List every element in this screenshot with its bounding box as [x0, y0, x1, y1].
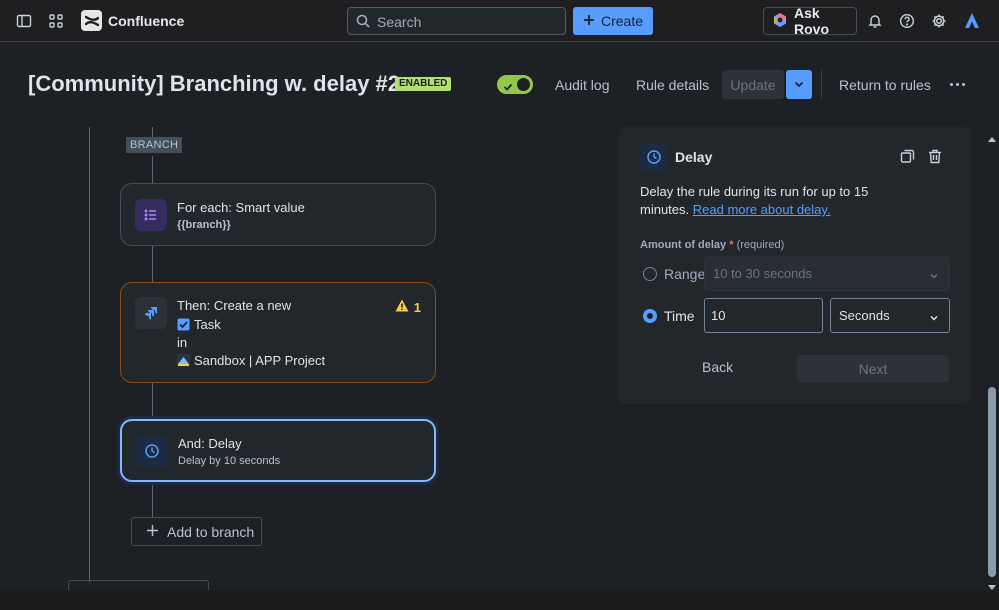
for-each-card[interactable]: For each: Smart value {{branch}}: [120, 183, 436, 246]
plus-icon: [583, 13, 595, 29]
clock-icon: [640, 143, 668, 171]
divider: [821, 70, 822, 99]
plus-icon: [146, 524, 159, 540]
ask-rovo-label: Ask Rovo: [794, 5, 829, 37]
warning-count: 1: [413, 299, 421, 315]
ask-rovo-button[interactable]: Ask Rovo: [763, 5, 857, 37]
create-issue-card[interactable]: Then: Create a new Task in Sandbox | APP…: [120, 282, 436, 383]
range-label: Range: [664, 266, 706, 282]
app-name[interactable]: Confluence: [108, 13, 184, 29]
panel-title: Delay: [675, 149, 713, 165]
more-options-icon[interactable]: [945, 76, 969, 92]
audit-log-button[interactable]: Audit log: [555, 77, 609, 93]
flow-line: [152, 246, 153, 283]
warning-indicator[interactable]: 1: [395, 299, 421, 315]
notifications-bell-icon[interactable]: [863, 9, 887, 33]
rovo-icon: [772, 12, 788, 31]
panel-description: Delay the rule during its run for up to …: [640, 183, 900, 219]
project-label: Sandbox | APP Project: [194, 353, 326, 368]
check-icon: [503, 79, 513, 95]
time-label: Time: [664, 308, 695, 324]
unit-select[interactable]: Seconds: [830, 298, 950, 333]
partial-component: [68, 580, 209, 590]
settings-gear-icon[interactable]: [927, 9, 951, 33]
card-subtitle: Delay by 10 seconds: [178, 455, 281, 467]
jira-icon: [135, 297, 167, 329]
task-checkbox-icon: [177, 318, 190, 334]
chevron-down-icon: [929, 269, 939, 284]
time-value: 10: [711, 308, 726, 323]
help-icon[interactable]: [895, 9, 919, 33]
field-label-text: Amount of delay: [640, 239, 727, 251]
flow-line: [152, 482, 153, 518]
delay-card[interactable]: And: Delay Delay by 10 seconds: [120, 419, 436, 482]
return-to-rules-button[interactable]: Return to rules: [839, 77, 931, 93]
create-label: Create: [600, 13, 644, 29]
chevron-down-icon: [793, 77, 805, 93]
warning-icon: [395, 299, 409, 315]
bottom-bar: [0, 590, 999, 610]
scrollbar-thumb[interactable]: [988, 387, 996, 577]
chevron-down-icon: [929, 311, 939, 326]
card-title: And: Delay: [178, 436, 242, 451]
card-title: Then: Create a new: [177, 298, 292, 313]
range-value: 10 to 30 seconds: [713, 266, 813, 281]
update-dropdown-button[interactable]: [786, 70, 812, 99]
list-icon: [135, 199, 167, 231]
sidebar-toggle-icon[interactable]: [12, 9, 36, 33]
time-input[interactable]: 10: [704, 298, 823, 333]
search-input[interactable]: Search: [347, 7, 566, 35]
app-switcher-icon[interactable]: [44, 9, 68, 33]
required-text: (required): [736, 239, 785, 251]
flow-line-main: [89, 127, 90, 582]
branch-tag: BRANCH: [126, 137, 183, 153]
back-button[interactable]: Back: [702, 359, 733, 375]
flow-line: [152, 156, 153, 184]
issue-type: Task: [177, 317, 221, 334]
next-label: Next: [858, 360, 888, 377]
search-placeholder: Search: [377, 14, 422, 30]
time-radio[interactable]: [643, 309, 657, 323]
add-to-branch-label: Add to branch: [167, 523, 255, 540]
flow-line: [152, 383, 153, 420]
required-asterisk: *: [729, 239, 734, 251]
in-label: in: [177, 335, 188, 350]
atlassian-logo-icon[interactable]: [960, 9, 984, 33]
toggle-knob: [517, 78, 530, 91]
add-to-branch-button[interactable]: Add to branch: [131, 517, 262, 546]
delay-config-panel: Delay Delay the rule during its run for …: [619, 127, 971, 404]
trash-icon[interactable]: [928, 149, 942, 167]
update-button[interactable]: Update: [722, 70, 784, 99]
project: Sandbox | APP Project: [177, 353, 325, 370]
create-button[interactable]: Create: [573, 7, 653, 35]
rule-enabled-toggle[interactable]: [497, 75, 533, 94]
unit-value: Seconds: [839, 308, 890, 323]
rule-details-button[interactable]: Rule details: [636, 77, 709, 93]
read-more-link[interactable]: Read more about delay.: [693, 202, 831, 217]
confluence-logo-icon[interactable]: [81, 10, 102, 31]
update-label: Update: [730, 76, 776, 93]
range-radio[interactable]: [643, 267, 657, 281]
issue-type-label: Task: [194, 317, 221, 332]
card-subtitle: {{branch}}: [177, 219, 231, 231]
status-badge: ENABLED: [395, 77, 452, 91]
range-select[interactable]: 10 to 30 seconds: [704, 256, 950, 291]
page-title: [Community] Branching w. delay #2: [28, 71, 401, 96]
scroll-up-arrow-icon[interactable]: [987, 130, 997, 146]
next-button[interactable]: Next: [797, 355, 949, 382]
card-title: For each: Smart value: [177, 200, 305, 215]
search-icon: [356, 14, 370, 31]
amount-of-delay-label: Amount of delay * (required): [640, 239, 784, 251]
clock-icon: [136, 435, 168, 467]
top-navigation: Confluence Search Create Ask Rovo: [0, 0, 999, 42]
project-avatar-icon: [177, 354, 190, 370]
duplicate-icon[interactable]: [900, 149, 915, 167]
